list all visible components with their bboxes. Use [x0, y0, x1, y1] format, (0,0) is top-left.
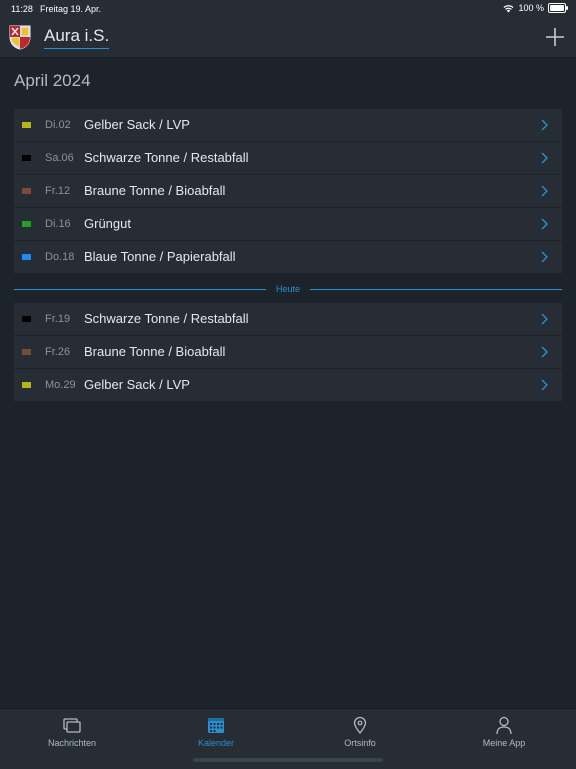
tab-label: Nachrichten [47, 738, 97, 748]
collection-row[interactable]: Di.16 Grüngut [14, 208, 562, 241]
tab-label: Meine App [482, 738, 526, 748]
news-icon [63, 718, 81, 733]
collection-date: Di.02 [45, 119, 71, 131]
collection-date: Do.18 [45, 251, 75, 263]
chevron-right-icon [541, 379, 548, 391]
tab-label: Ortsinfo [344, 738, 376, 748]
collection-row[interactable]: Fr.26 Braune Tonne / Bioabfall [14, 336, 562, 369]
tab-label: Kalender [197, 738, 235, 748]
tab-meine-app[interactable]: Meine App [432, 709, 576, 769]
battery-icon [548, 3, 568, 13]
collection-row[interactable]: Fr.12 Braune Tonne / Bioabfall [14, 175, 562, 208]
collection-label: Braune Tonne / Bioabfall [84, 183, 226, 198]
app-title[interactable]: Aura i.S. [44, 26, 110, 49]
collection-label: Braune Tonne / Bioabfall [84, 344, 226, 359]
bin-color-swatch [22, 155, 31, 161]
bin-color-swatch [22, 382, 31, 388]
today-line-right [310, 289, 562, 290]
collection-label: Schwarze Tonne / Restabfall [84, 311, 249, 326]
chevron-right-icon [541, 218, 548, 230]
status-bar: 11:28 Freitag 19. Apr. 100 % [0, 0, 576, 18]
chevron-right-icon [541, 313, 548, 325]
person-icon [496, 716, 512, 735]
location-pin-icon [353, 716, 367, 735]
tab-nachrichten[interactable]: Nachrichten [0, 709, 144, 769]
collection-label: Schwarze Tonne / Restabfall [84, 150, 249, 165]
nav-bar: Aura i.S. [0, 18, 576, 58]
collection-row[interactable]: Sa.06 Schwarze Tonne / Restabfall [14, 142, 562, 175]
calendar-icon [208, 718, 224, 733]
collection-date: Sa.06 [45, 152, 74, 164]
chevron-right-icon [541, 119, 548, 131]
wifi-icon [504, 4, 514, 12]
plus-icon[interactable] [544, 26, 566, 48]
home-indicator [193, 758, 383, 762]
bin-color-swatch [22, 254, 31, 260]
collection-label: Gelber Sack / LVP [84, 377, 190, 392]
collection-label: Blaue Tonne / Papierabfall [84, 249, 236, 264]
past-collection-list: Di.02 Gelber Sack / LVP Sa.06 Schwarze Tonn… [14, 109, 562, 273]
upcoming-collection-list: Fr.19 Schwarze Tonne / Restabfall Fr.26 Bra… [14, 303, 562, 401]
collection-label: Grüngut [84, 216, 131, 231]
today-divider: Heute [14, 284, 562, 294]
status-indicators: 100 % [503, 3, 568, 13]
collection-label: Gelber Sack / LVP [84, 117, 190, 132]
chevron-right-icon [541, 185, 548, 197]
collection-row[interactable]: Mo.29 Gelber Sack / LVP [14, 369, 562, 401]
bin-color-swatch [22, 316, 31, 322]
bin-color-swatch [22, 188, 31, 194]
collection-row[interactable]: Do.18 Blaue Tonne / Papierabfall [14, 241, 562, 273]
bin-color-swatch [22, 221, 31, 227]
month-title: April 2024 [14, 71, 91, 90]
collection-date: Fr.12 [45, 185, 71, 197]
collection-row[interactable]: Fr.19 Schwarze Tonne / Restabfall [14, 303, 562, 336]
chevron-right-icon [541, 251, 548, 263]
chevron-right-icon [541, 346, 548, 358]
collection-date: Di.16 [45, 218, 71, 230]
status-time: 11:28 [11, 4, 33, 14]
collection-date: Mo.29 [45, 379, 76, 391]
chevron-right-icon [541, 152, 548, 164]
collection-date: Fr.26 [45, 346, 71, 358]
coat-of-arms-icon [9, 25, 31, 50]
collection-row[interactable]: Di.02 Gelber Sack / LVP [14, 109, 562, 142]
battery-percent: 100 % [518, 3, 544, 13]
bin-color-swatch [22, 349, 31, 355]
status-date: Freitag 19. Apr. [40, 4, 102, 14]
bin-color-swatch [22, 122, 31, 128]
collection-date: Fr.19 [45, 313, 71, 325]
